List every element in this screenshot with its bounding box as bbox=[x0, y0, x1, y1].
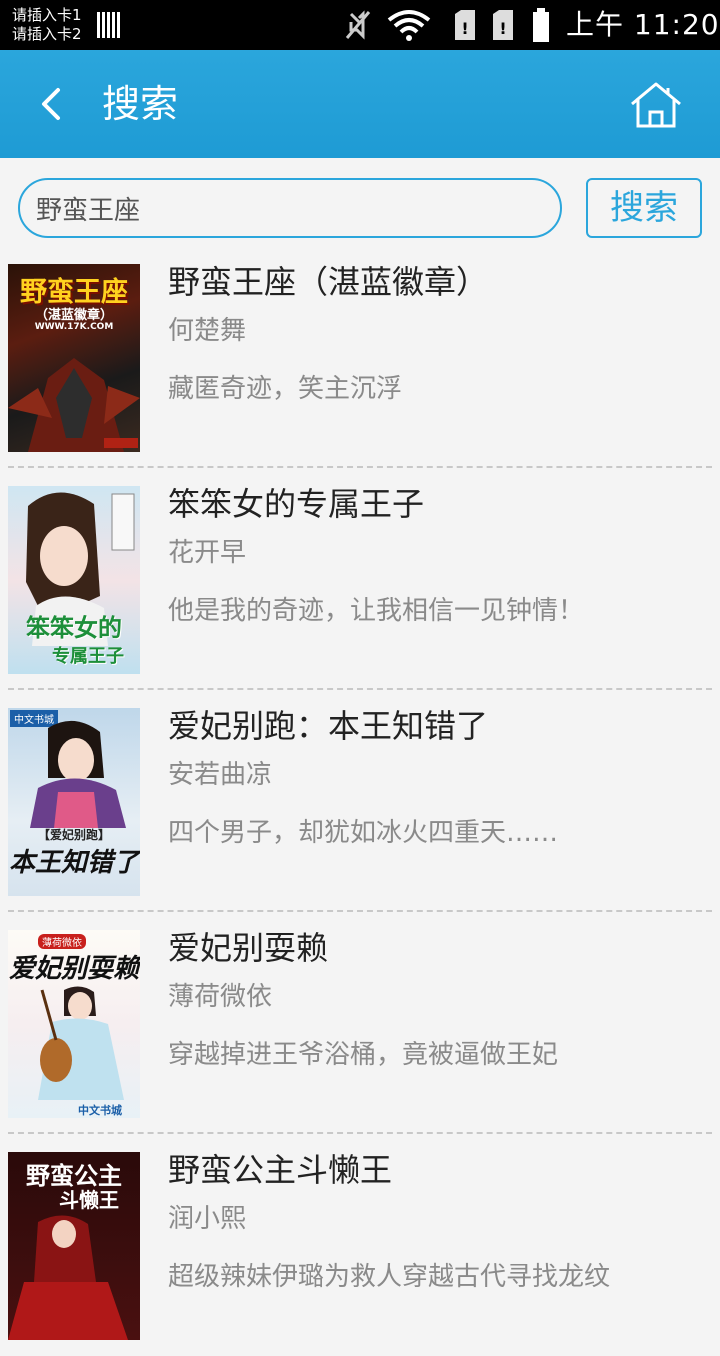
home-icon[interactable] bbox=[628, 80, 684, 130]
result-list: 野蛮王座 （湛蓝徽章） WWW.17K.COM 野蛮王座（湛蓝徽章） 何楚舞 藏… bbox=[0, 246, 720, 1356]
page-title: 搜索 bbox=[102, 82, 179, 126]
book-description: 穿越掉进王爷浴桶，竟被逼做王妃 bbox=[168, 1040, 559, 1070]
sim2-icon: ! bbox=[493, 10, 513, 40]
sim1-icon: ! bbox=[455, 10, 475, 40]
battery-icon bbox=[533, 8, 549, 42]
back-icon[interactable] bbox=[30, 82, 74, 126]
list-item[interactable]: 野蛮公主 斗懒王 野蛮公主斗懒王 润小熙 超级辣妹伊璐为救人穿越古代寻找龙纹 bbox=[0, 1134, 720, 1356]
cover-illustration bbox=[8, 1215, 128, 1340]
book-description: 超级辣妹伊璐为救人穿越古代寻找龙纹 bbox=[168, 1262, 611, 1292]
book-title: 笨笨女的专属王子 bbox=[168, 485, 425, 523]
book-author: 何楚舞 bbox=[168, 316, 247, 346]
book-author: 安若曲凉 bbox=[168, 760, 273, 790]
svg-text:!: ! bbox=[499, 19, 506, 38]
cover-site: WWW.17K.COM bbox=[34, 322, 114, 332]
book-description: 四个男子，却犹如冰火四重天…… bbox=[168, 818, 559, 848]
sim2-label: 请插入卡2 bbox=[12, 25, 82, 43]
sim1-label: 请插入卡1 bbox=[12, 6, 82, 24]
cover-title: 本王知错了 bbox=[8, 848, 139, 878]
sim-status: 请插入卡1 请插入卡2 bbox=[12, 6, 82, 44]
book-title: 野蛮公主斗懒王 bbox=[168, 1151, 393, 1189]
cover-title: 笨笨女的 bbox=[26, 613, 122, 642]
cover-brand: 中文书城 bbox=[78, 1104, 122, 1117]
book-title: 野蛮王座（湛蓝徽章） bbox=[168, 263, 489, 301]
search-input[interactable] bbox=[36, 190, 536, 226]
mute-icon bbox=[345, 10, 371, 40]
list-item[interactable]: 笨笨女的 专属王子 笨笨女的专属王子 花开早 他是我的奇迹，让我相信一见钟情！ bbox=[0, 468, 720, 690]
status-clock: 上午 11:20 bbox=[566, 8, 720, 41]
book-cover: 野蛮公主 斗懒王 bbox=[8, 1152, 140, 1340]
cover-subtitle: 专属王子 bbox=[52, 646, 124, 667]
cover-illustration bbox=[8, 358, 140, 452]
book-cover: 笨笨女的 专属王子 bbox=[8, 486, 140, 674]
list-item[interactable]: 薄荷微依 爱妃别耍赖 中文书城 爱妃别耍赖 薄荷微依 穿越掉进王爷浴桶，竟被逼做… bbox=[0, 912, 720, 1134]
cover-subtitle: 【爱妃别跑】 bbox=[37, 828, 110, 842]
svg-text:!: ! bbox=[461, 19, 468, 38]
book-author: 润小熙 bbox=[168, 1204, 247, 1234]
status-bar: 请插入卡1 请插入卡2 ! ! 上午 11:20 bbox=[0, 0, 720, 50]
book-cover: 野蛮王座 （湛蓝徽章） WWW.17K.COM bbox=[8, 264, 140, 452]
cover-subtitle: （湛蓝徽章） bbox=[34, 308, 113, 323]
book-title: 爱妃别跑：本王知错了 bbox=[168, 707, 489, 745]
signal-icon bbox=[97, 12, 120, 38]
book-description: 藏匿奇迹，笑主沉浮 bbox=[168, 374, 403, 404]
book-cover: 薄荷微依 爱妃别耍赖 中文书城 bbox=[8, 930, 140, 1118]
app-header: 搜索 bbox=[0, 50, 720, 158]
book-author: 薄荷微依 bbox=[168, 982, 273, 1012]
status-icons: ! ! bbox=[345, 8, 549, 42]
cover-illustration bbox=[38, 986, 124, 1100]
book-author: 花开早 bbox=[168, 538, 247, 568]
search-button[interactable]: 搜索 bbox=[586, 178, 702, 238]
book-description: 他是我的奇迹，让我相信一见钟情！ bbox=[168, 596, 585, 626]
search-field[interactable] bbox=[18, 178, 562, 238]
list-item[interactable]: 中文书城 【爱妃别跑】 本王知错了 爱妃别跑：本王知错了 安若曲凉 四个男子，却… bbox=[0, 690, 720, 912]
book-title: 爱妃别耍赖 bbox=[168, 929, 329, 967]
wifi-icon bbox=[387, 10, 431, 41]
list-item[interactable]: 野蛮王座 （湛蓝徽章） WWW.17K.COM 野蛮王座（湛蓝徽章） 何楚舞 藏… bbox=[0, 246, 720, 468]
book-cover: 中文书城 【爱妃别跑】 本王知错了 bbox=[8, 708, 140, 896]
